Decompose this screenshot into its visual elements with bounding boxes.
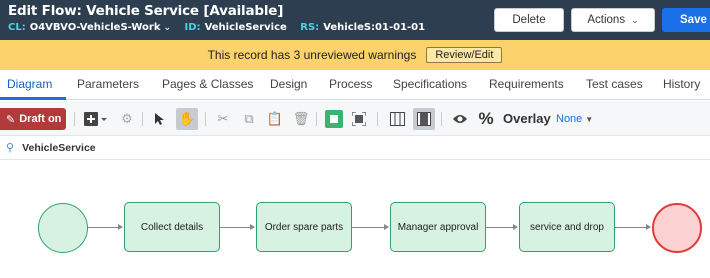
cl-value[interactable]: O4VBVO-VehicleS-Work [30, 22, 161, 33]
rs-value: VehicleS:01-01-01 [323, 22, 426, 33]
tab-test-cases[interactable]: Test cases [586, 77, 643, 91]
tab-design[interactable]: Design [270, 77, 307, 91]
connector-arrow[interactable] [352, 224, 389, 230]
connector-arrow[interactable] [88, 224, 123, 230]
toolbar-divider [377, 112, 378, 126]
flow-step[interactable]: Manager approval [390, 202, 486, 252]
warning-banner: This record has 3 unreviewed warnings Re… [0, 40, 710, 70]
flow-step[interactable]: Collect details [124, 202, 220, 252]
tab-diagram[interactable]: Diagram [7, 77, 52, 91]
actions-button[interactable]: Actions ⌄ [571, 8, 655, 32]
tab-process[interactable]: Process [329, 77, 372, 91]
id-value: VehicleService [204, 22, 287, 33]
tab-parameters[interactable]: Parameters [77, 77, 139, 91]
overlay-value: None [556, 113, 583, 125]
page-title: Edit Flow: Vehicle Service [Available] [8, 3, 284, 19]
actions-label: Actions [587, 14, 626, 26]
eye-icon[interactable] [451, 110, 469, 128]
warning-message: This record has 3 unreviewed warnings [207, 48, 417, 62]
location-pin-icon: ⚲ [6, 142, 15, 154]
fit-to-screen-icon[interactable] [350, 110, 368, 128]
caret-down-icon: ▼ [585, 115, 594, 124]
rs-label: RS: [300, 22, 320, 33]
start-shape[interactable] [38, 203, 88, 253]
header-bar: Edit Flow: Vehicle Service [Available] C… [0, 0, 710, 40]
connector-arrow[interactable] [220, 224, 255, 230]
gear-icon[interactable]: ⚙ [118, 110, 136, 128]
record-meta: CL: O4VBVO-VehicleS-Work ⌄ ID: VehicleServi… [8, 22, 435, 33]
active-tab-indicator [0, 97, 66, 100]
save-button[interactable]: Save [662, 8, 710, 32]
auto-layout-icon[interactable] [325, 110, 343, 128]
draft-label: Draft on [19, 113, 62, 125]
flow-step[interactable]: service and drop [519, 202, 615, 252]
id-label: ID: [184, 22, 201, 33]
cl-label: CL: [8, 22, 26, 33]
overlay-select[interactable]: None ▼ [556, 113, 593, 125]
hand-pan-icon[interactable]: ✋ [176, 108, 198, 130]
draft-toggle[interactable]: ✎ Draft on [0, 108, 66, 130]
chevron-down-icon[interactable]: ⌄ [164, 23, 172, 33]
delete-button[interactable]: Delete [494, 8, 564, 32]
add-shape-icon[interactable] [82, 110, 112, 128]
tab-history[interactable]: History [663, 77, 700, 91]
chevron-down-icon: ⌄ [631, 14, 639, 25]
pencil-icon: ✎ [6, 113, 16, 126]
breadcrumb: ⚲ VehicleService [0, 136, 710, 160]
toolbar-divider [142, 112, 143, 126]
review-edit-button[interactable]: Review/Edit [426, 47, 503, 63]
overlay-label: Overlay [503, 111, 551, 126]
pointer-icon[interactable] [150, 110, 168, 128]
cut-icon[interactable]: ✂ [214, 110, 232, 128]
grid-icon[interactable] [388, 110, 406, 128]
tab-pages-classes[interactable]: Pages & Classes [162, 77, 253, 91]
tab-requirements[interactable]: Requirements [489, 77, 564, 91]
panel-toggle-icon[interactable] [413, 108, 435, 130]
tab-bar: Diagram Parameters Pages & Classes Desig… [0, 70, 710, 100]
toolbar-divider [316, 112, 317, 126]
end-shape[interactable] [652, 203, 702, 253]
flow-canvas[interactable]: Collect details Order spare parts Manage… [0, 161, 710, 278]
breadcrumb-label[interactable]: VehicleService [22, 142, 96, 154]
connector-arrow[interactable] [615, 224, 651, 230]
paste-icon[interactable]: 📋 [266, 110, 284, 128]
tab-specifications[interactable]: Specifications [393, 77, 467, 91]
diagram-toolbar: ✎ Draft on ⚙ ✋ ✂ ⧉ 📋 🗑 % Overlay None ▼ [0, 101, 710, 136]
percent-icon[interactable]: % [477, 109, 495, 128]
toolbar-divider [74, 112, 75, 126]
toolbar-divider [441, 112, 442, 126]
copy-icon[interactable]: ⧉ [240, 110, 258, 128]
flow-step[interactable]: Order spare parts [256, 202, 352, 252]
connector-arrow[interactable] [486, 224, 518, 230]
trash-icon[interactable]: 🗑 [292, 110, 310, 128]
toolbar-divider [205, 112, 206, 126]
